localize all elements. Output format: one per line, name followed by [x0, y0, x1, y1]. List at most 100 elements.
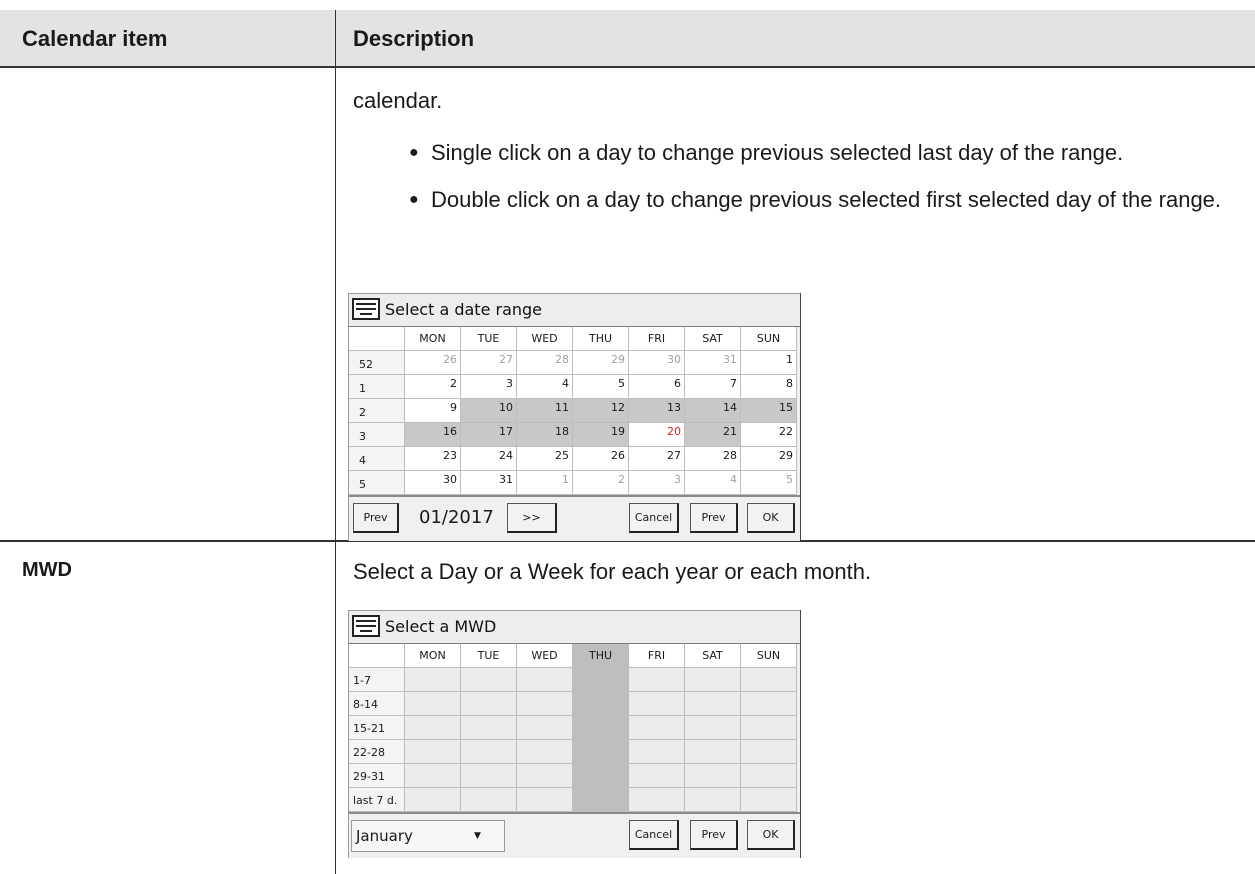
ok-button[interactable]: OK [747, 503, 795, 533]
mwd-cell[interactable] [629, 692, 685, 716]
day-cell[interactable]: 31 [685, 351, 741, 375]
day-cell[interactable]: 27 [629, 447, 685, 471]
day-cell[interactable]: 13 [629, 399, 685, 423]
day-cell[interactable]: 1 [517, 471, 573, 495]
mwd-cell[interactable] [517, 668, 573, 692]
mwd-cell[interactable] [517, 740, 573, 764]
mwd-cell[interactable] [629, 788, 685, 812]
week-number: 52 [359, 358, 373, 371]
day-cell[interactable]: 29 [741, 447, 797, 471]
mwd-cell[interactable] [517, 692, 573, 716]
mwd-cell[interactable] [629, 740, 685, 764]
mwd-cell[interactable] [685, 764, 741, 788]
mwd-cell[interactable] [629, 668, 685, 692]
mwd-cell[interactable] [405, 788, 461, 812]
day-cell[interactable]: 10 [461, 399, 517, 423]
day-number: 7 [730, 377, 737, 390]
mwd-cell[interactable] [741, 692, 797, 716]
mwd-cell[interactable] [741, 764, 797, 788]
bullet-item: ● Double click on a day to change previo… [409, 183, 1251, 217]
day-cell[interactable]: 15 [741, 399, 797, 423]
mwd-cell[interactable] [573, 668, 629, 692]
month-select[interactable]: January ▼ [351, 820, 505, 852]
cancel-button[interactable]: Cancel [629, 503, 679, 533]
day-cell[interactable]: 27 [461, 351, 517, 375]
day-cell[interactable]: 3 [461, 375, 517, 399]
day-cell[interactable]: 4 [517, 375, 573, 399]
day-cell[interactable]: 20 [629, 423, 685, 447]
day-cell[interactable]: 9 [405, 399, 461, 423]
day-cell[interactable]: 1 [741, 351, 797, 375]
day-cell[interactable]: 3 [629, 471, 685, 495]
mwd-cell[interactable] [461, 788, 517, 812]
mwd-cell[interactable] [741, 716, 797, 740]
mwd-cell[interactable] [573, 716, 629, 740]
mwd-cell[interactable] [461, 716, 517, 740]
day-cell[interactable]: 16 [405, 423, 461, 447]
day-cell[interactable]: 26 [405, 351, 461, 375]
mwd-cell[interactable] [685, 740, 741, 764]
day-cell[interactable]: 30 [629, 351, 685, 375]
mwd-cell[interactable] [685, 692, 741, 716]
mwd-cell[interactable] [517, 716, 573, 740]
ok-button[interactable]: OK [747, 820, 795, 850]
mwd-cell[interactable] [685, 716, 741, 740]
day-cell[interactable]: 4 [685, 471, 741, 495]
mwd-cell[interactable] [573, 740, 629, 764]
keyboard-icon[interactable] [352, 615, 380, 637]
prev-month-button[interactable]: Prev [353, 503, 399, 533]
week-number-cell: 52 [349, 351, 405, 375]
mwd-cell[interactable] [517, 788, 573, 812]
mwd-cell[interactable] [517, 764, 573, 788]
day-cell[interactable]: 17 [461, 423, 517, 447]
mwd-cell[interactable] [461, 692, 517, 716]
mwd-cell[interactable] [573, 692, 629, 716]
day-cell[interactable]: 19 [573, 423, 629, 447]
mwd-cell[interactable] [685, 788, 741, 812]
mwd-cell[interactable] [405, 668, 461, 692]
day-cell[interactable]: 25 [517, 447, 573, 471]
prev-button[interactable]: Prev [690, 820, 738, 850]
day-cell[interactable]: 23 [405, 447, 461, 471]
mwd-cell[interactable] [741, 788, 797, 812]
mwd-cell[interactable] [573, 788, 629, 812]
day-cell[interactable]: 28 [685, 447, 741, 471]
day-cell[interactable]: 28 [517, 351, 573, 375]
mwd-cell[interactable] [629, 764, 685, 788]
mwd-cell[interactable] [685, 668, 741, 692]
mwd-cell[interactable] [405, 692, 461, 716]
mwd-cell[interactable] [405, 716, 461, 740]
day-cell[interactable]: 5 [573, 375, 629, 399]
mwd-cell[interactable] [461, 764, 517, 788]
day-cell[interactable]: 21 [685, 423, 741, 447]
day-cell[interactable]: 30 [405, 471, 461, 495]
mwd-cell[interactable] [461, 668, 517, 692]
next-month-button[interactable]: >> [507, 503, 557, 533]
day-cell[interactable]: 22 [741, 423, 797, 447]
day-cell[interactable]: 12 [573, 399, 629, 423]
day-cell[interactable]: 7 [685, 375, 741, 399]
day-cell[interactable]: 29 [573, 351, 629, 375]
mwd-cell[interactable] [741, 668, 797, 692]
day-cell[interactable]: 5 [741, 471, 797, 495]
day-cell[interactable]: 6 [629, 375, 685, 399]
day-cell[interactable]: 14 [685, 399, 741, 423]
day-cell[interactable]: 31 [461, 471, 517, 495]
day-cell[interactable]: 2 [405, 375, 461, 399]
day-cell[interactable]: 18 [517, 423, 573, 447]
prev-button[interactable]: Prev [690, 503, 738, 533]
day-cell[interactable]: 2 [573, 471, 629, 495]
day-cell[interactable]: 24 [461, 447, 517, 471]
day-cell[interactable]: 11 [517, 399, 573, 423]
mwd-cell[interactable] [461, 740, 517, 764]
week-row: 1 2 3 4 5 6 7 8 [349, 375, 800, 399]
cancel-button[interactable]: Cancel [629, 820, 679, 850]
day-cell[interactable]: 26 [573, 447, 629, 471]
keyboard-icon[interactable] [352, 298, 380, 320]
mwd-cell[interactable] [405, 764, 461, 788]
mwd-cell[interactable] [573, 764, 629, 788]
day-cell[interactable]: 8 [741, 375, 797, 399]
mwd-cell[interactable] [741, 740, 797, 764]
mwd-cell[interactable] [629, 716, 685, 740]
mwd-cell[interactable] [405, 740, 461, 764]
